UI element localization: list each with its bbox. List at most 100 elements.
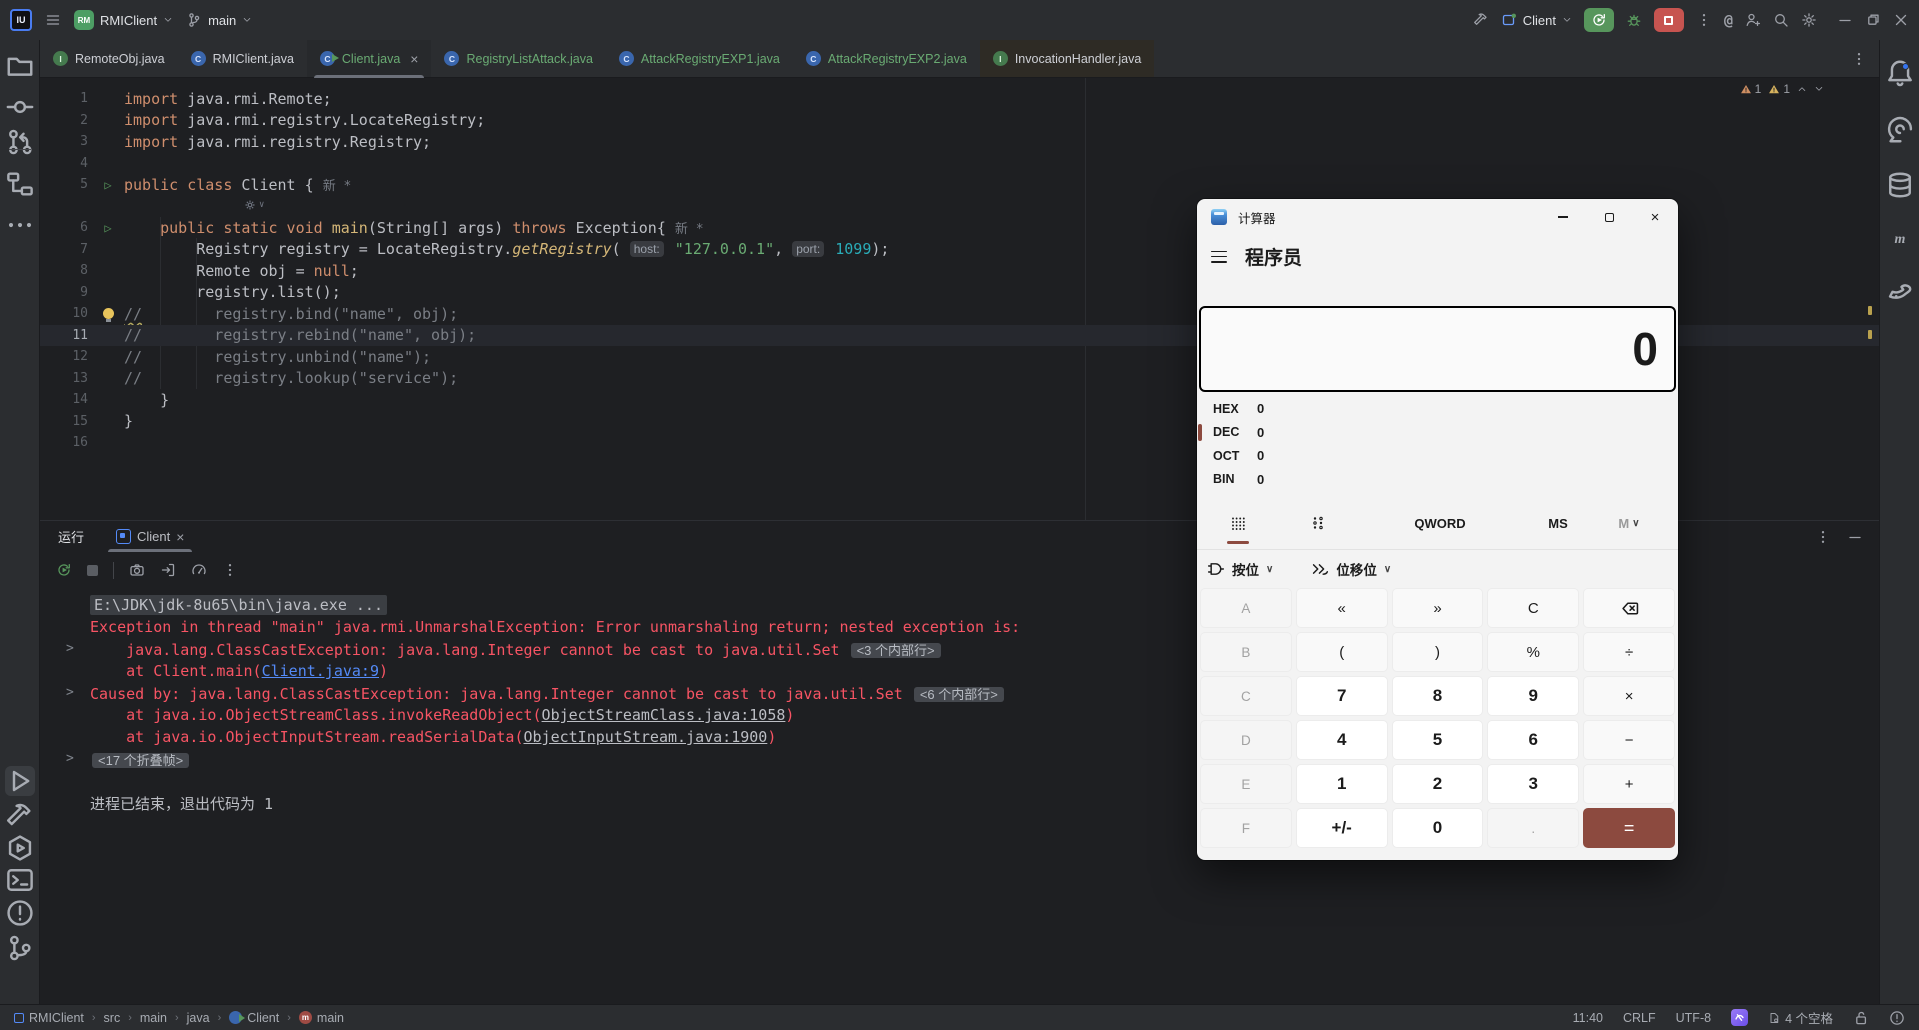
run-line-icon[interactable]: ▷ <box>104 222 111 234</box>
run-panel-options-icon[interactable] <box>1815 529 1831 545</box>
memory-store-button[interactable]: MS <box>1528 505 1588 541</box>
bitshift-menu[interactable]: 位移位 <box>1336 559 1377 579</box>
rail-database-icon[interactable] <box>1885 170 1915 200</box>
breadcrumb-item-rmiclient[interactable]: RMIClient <box>14 1011 84 1025</box>
code-with-me-icon[interactable] <box>1745 12 1761 28</box>
calc-key-5[interactable]: 5 <box>1391 720 1484 760</box>
window-close-button[interactable] <box>1893 12 1909 28</box>
calc-key-hex-a[interactable]: A <box>1200 588 1292 628</box>
calc-key-9[interactable]: 9 <box>1487 676 1580 716</box>
rail-structure-icon[interactable] <box>5 169 35 199</box>
word-size-button[interactable]: QWORD <box>1395 505 1485 541</box>
hide-panel-icon[interactable] <box>1847 529 1863 545</box>
radix-row-hex[interactable]: HEX 0 <box>1197 397 1678 421</box>
calc-key-hex-d[interactable]: D <box>1200 720 1292 760</box>
calc-key-add[interactable]: + <box>1583 764 1675 804</box>
memory-menu-button[interactable]: M ∨ <box>1609 505 1649 541</box>
calc-key-equals[interactable]: = <box>1583 808 1675 848</box>
calc-key-hex-b[interactable]: B <box>1200 632 1292 672</box>
fold-arrow-icon[interactable]: > <box>66 751 74 766</box>
build-hammer-icon[interactable] <box>1473 12 1489 28</box>
breadcrumb-item-java[interactable]: java <box>187 1011 210 1025</box>
inspections-widget[interactable]: 1 1 <box>1740 82 1824 96</box>
calc-key-right-shift[interactable]: » <box>1391 588 1484 628</box>
rail-commit-icon[interactable] <box>5 92 35 122</box>
tab-remoteobj-java[interactable]: I RemoteObj.java <box>40 40 178 77</box>
run-line-icon[interactable]: ▷ <box>104 179 111 191</box>
lock-open-icon[interactable] <box>1853 1010 1869 1026</box>
calc-key-7[interactable]: 7 <box>1295 676 1388 716</box>
calc-key-backspace[interactable] <box>1583 588 1675 628</box>
rail-terminal-icon[interactable] <box>5 865 35 895</box>
calc-minimize-button[interactable] <box>1540 199 1586 235</box>
calc-key-8[interactable]: 8 <box>1391 676 1484 716</box>
vcs-branch-widget[interactable]: main <box>186 12 252 28</box>
stop-disabled-icon[interactable] <box>87 564 98 576</box>
calc-key-multiply[interactable]: × <box>1583 676 1675 716</box>
calc-key-3[interactable]: 3 <box>1487 764 1580 804</box>
folded-frames-badge[interactable]: <17 个折叠帧> <box>92 752 190 768</box>
calc-maximize-button[interactable] <box>1586 199 1632 235</box>
stop-button[interactable] <box>1653 8 1684 32</box>
rail-folder-icon[interactable] <box>5 51 35 81</box>
code-line-1[interactable]: 1 import java.rmi.Remote; <box>40 88 1879 110</box>
radix-row-bin[interactable]: BIN 0 <box>1197 468 1678 492</box>
bit-toggle-keypad[interactable] <box>1303 505 1333 541</box>
bitwise-menu[interactable]: 按位 <box>1232 559 1259 579</box>
calc-key-left-shift[interactable]: « <box>1295 588 1388 628</box>
translation-plugin-icon[interactable] <box>1731 1009 1749 1026</box>
settings-gear-icon[interactable] <box>1801 12 1817 28</box>
tab-rmiclient-java[interactable]: C RMIClient.java <box>178 40 307 77</box>
rail-problems-icon[interactable] <box>5 898 35 928</box>
run-configuration-selector[interactable]: Client <box>1501 12 1572 28</box>
tab-registrylistattack-java[interactable]: C RegistryListAttack.java <box>431 40 605 77</box>
error-stripe-mark[interactable] <box>1868 330 1872 339</box>
search-everywhere-icon[interactable] <box>1773 12 1789 28</box>
calc-key-1[interactable]: 1 <box>1295 764 1388 804</box>
rail-maven-icon[interactable]: m <box>1885 225 1915 255</box>
snapshot-camera-icon[interactable] <box>129 562 145 578</box>
project-widget[interactable]: RM RMIClient <box>74 10 173 30</box>
rail-more-icon[interactable] <box>5 210 35 240</box>
breadcrumb-item-main[interactable]: main <box>140 1011 167 1025</box>
calc-key-open-paren[interactable]: ( <box>1295 632 1388 672</box>
stacktrace-link[interactable]: Client.java:9 <box>262 662 379 680</box>
calc-key-4[interactable]: 4 <box>1295 720 1388 760</box>
fold-arrow-icon[interactable]: > <box>66 641 74 656</box>
attach-console-icon[interactable] <box>160 562 176 578</box>
calc-key-hex-c[interactable]: C <box>1200 676 1292 716</box>
calc-key-divide[interactable]: ÷ <box>1583 632 1675 672</box>
code-line-4[interactable]: 4 <box>40 153 1879 175</box>
run-tab-client[interactable]: Client × <box>108 521 193 552</box>
tab-attackregistryexp2-java[interactable]: C AttackRegistryEXP2.java <box>793 40 980 77</box>
close-icon[interactable]: × <box>410 52 418 66</box>
ai-assistant-icon[interactable]: @ <box>1724 11 1733 29</box>
radix-row-dec[interactable]: DEC 0 <box>1197 421 1678 445</box>
line-separator-widget[interactable]: CRLF <box>1623 1011 1656 1025</box>
code-line-3[interactable]: 3 import java.rmi.registry.Registry; <box>40 131 1879 153</box>
rail-pull-request-icon[interactable] <box>5 127 35 157</box>
profiler-gauge-icon[interactable] <box>191 562 207 578</box>
stacktrace-link[interactable]: ObjectInputStream.java:1900 <box>523 728 767 746</box>
tab-client-java[interactable]: C Client.java × <box>306 40 432 78</box>
calc-menu-icon[interactable] <box>1211 250 1227 263</box>
calc-key-hex-e[interactable]: E <box>1200 764 1292 804</box>
fold-arrow-icon[interactable]: > <box>66 685 74 700</box>
tab-attackregistryexp1-java[interactable]: C AttackRegistryEXP1.java <box>606 40 793 77</box>
calc-key-0[interactable]: 0 <box>1391 808 1484 848</box>
main-menu-icon[interactable] <box>45 12 61 28</box>
folded-frames-badge[interactable]: <6 个内部行> <box>913 686 1004 702</box>
calc-key-close-paren[interactable]: ) <box>1391 632 1484 672</box>
calc-key-negate[interactable]: +/- <box>1295 808 1388 848</box>
calc-key-percent[interactable]: % <box>1487 632 1580 672</box>
calc-key-2[interactable]: 2 <box>1391 764 1484 804</box>
rail-hammer-icon[interactable] <box>5 801 35 831</box>
intention-bulb-icon[interactable] <box>102 308 114 323</box>
radix-row-oct[interactable]: OCT 0 <box>1197 444 1678 468</box>
full-keypad-toggle[interactable] <box>1223 505 1253 541</box>
stacktrace-link[interactable]: ObjectStreamClass.java:1058 <box>542 706 786 724</box>
next-problem-icon[interactable] <box>1814 84 1824 94</box>
calc-key-decimal[interactable]: . <box>1487 808 1580 848</box>
tab-invocationhandler-java[interactable]: I InvocationHandler.java <box>979 40 1155 77</box>
calc-key-subtract[interactable]: − <box>1583 720 1675 760</box>
